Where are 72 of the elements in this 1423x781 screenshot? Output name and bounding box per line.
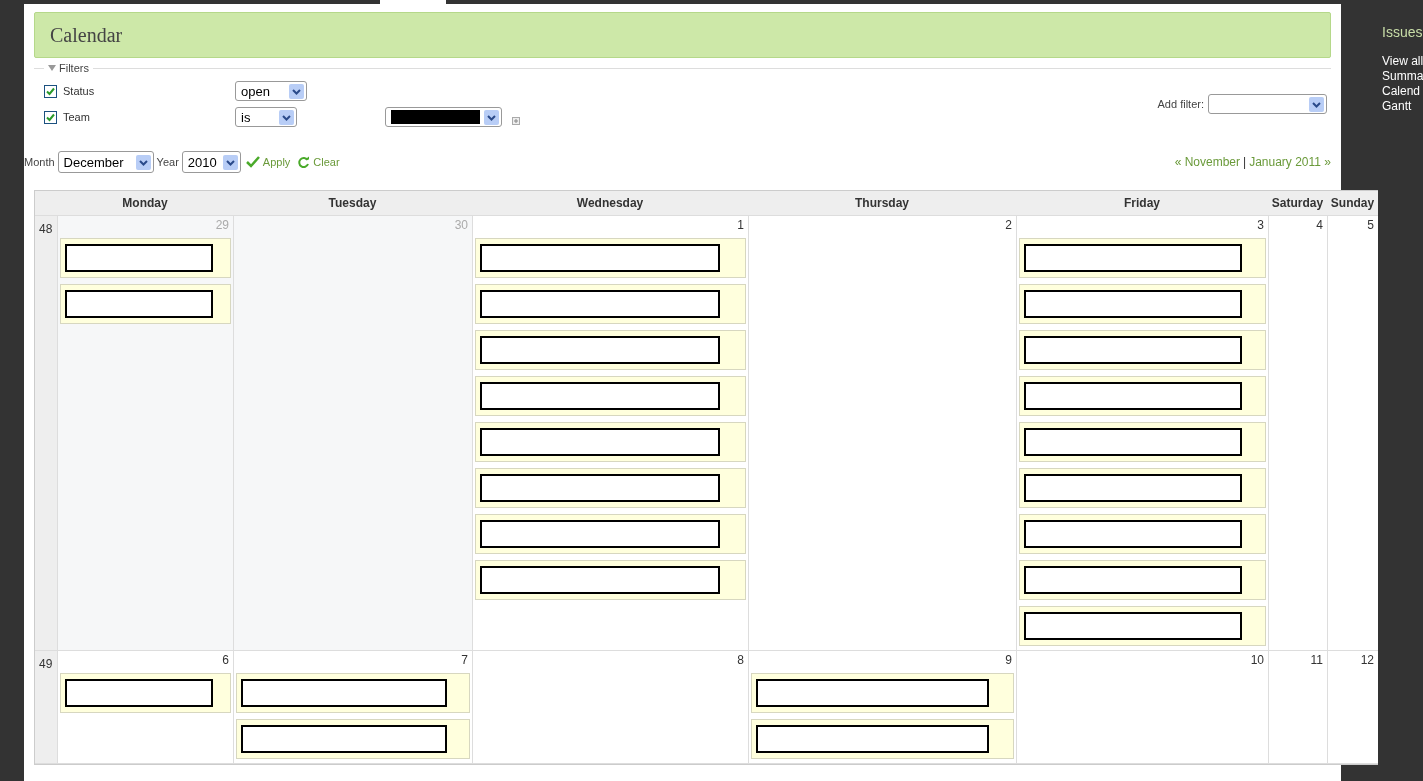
weekday-header: Wednesday	[472, 191, 748, 216]
header-corner	[35, 191, 57, 216]
day-number: 2	[1005, 218, 1013, 232]
issue-card[interactable]	[60, 238, 231, 278]
weekday-header: Tuesday	[233, 191, 472, 216]
weekday-header: Thursday	[748, 191, 1016, 216]
issue-card[interactable]	[475, 560, 746, 600]
check-icon	[245, 156, 260, 168]
filter-label: Status	[63, 85, 96, 97]
month-select[interactable]: December	[57, 151, 154, 173]
issue-card[interactable]	[751, 673, 1014, 713]
issue-card[interactable]	[1019, 284, 1266, 324]
issue-card[interactable]	[60, 673, 231, 713]
day-number: 11	[1310, 653, 1324, 667]
day-number: 5	[1367, 218, 1375, 232]
issue-card[interactable]	[1019, 468, 1266, 508]
weekday-header: Sunday	[1327, 191, 1378, 216]
issue-card[interactable]	[475, 284, 746, 324]
sidebar-link[interactable]: Summa	[1382, 69, 1423, 84]
reload-icon	[297, 155, 311, 169]
day-number: 4	[1316, 218, 1324, 232]
day-number: 10	[1250, 653, 1265, 667]
filters-toggle[interactable]: Filters	[44, 62, 93, 74]
weekday-header: Monday	[57, 191, 233, 216]
day-number: 30	[454, 218, 469, 232]
issue-card[interactable]	[1019, 560, 1266, 600]
issue-card[interactable]	[60, 284, 231, 324]
issue-card[interactable]	[475, 514, 746, 554]
weekday-header: Saturday	[1268, 191, 1327, 216]
day-number: 8	[737, 653, 745, 667]
sidebar-link[interactable]: View all	[1382, 54, 1423, 69]
sidebar-link[interactable]: Calend	[1382, 84, 1423, 99]
issue-card[interactable]	[475, 468, 746, 508]
page-title: Calendar	[34, 12, 1331, 58]
issue-card[interactable]	[475, 330, 746, 370]
issue-card[interactable]	[475, 376, 746, 416]
sidebar-title: Issues	[1382, 24, 1423, 40]
previous-month-link[interactable]: « November	[1174, 155, 1241, 169]
day-number: 9	[1005, 653, 1013, 667]
day-number: 3	[1257, 218, 1265, 232]
value-select[interactable]	[385, 107, 502, 127]
day-number: 12	[1360, 653, 1375, 667]
year-select[interactable]: 2010	[181, 151, 241, 173]
add-filter-select[interactable]	[1208, 94, 1327, 114]
issue-card[interactable]	[475, 238, 746, 278]
filter-label: Team	[63, 111, 91, 123]
weekday-header: Friday	[1016, 191, 1268, 216]
separator: |	[1243, 155, 1247, 169]
day-number: 6	[222, 653, 230, 667]
issue-card[interactable]	[1019, 514, 1266, 554]
operator-select[interactable]: is	[235, 107, 297, 127]
issue-card[interactable]	[1019, 422, 1266, 462]
add-filter-label: Add filter:	[1157, 98, 1204, 110]
issue-card[interactable]	[1019, 330, 1266, 370]
day-number: 1	[737, 218, 745, 232]
issue-card[interactable]	[475, 422, 746, 462]
issue-card[interactable]	[236, 719, 470, 759]
year-label: Year	[156, 156, 179, 168]
issue-card[interactable]	[1019, 376, 1266, 416]
operator-select[interactable]: open	[235, 81, 307, 101]
next-month-link[interactable]: January 2011 »	[1249, 155, 1331, 169]
issue-card[interactable]	[236, 673, 470, 713]
day-number: 7	[461, 653, 469, 667]
issue-card[interactable]	[1019, 606, 1266, 646]
issue-card[interactable]	[1019, 238, 1266, 278]
triangle-icon	[48, 65, 56, 71]
week-number: 48	[35, 216, 57, 651]
week-number: 49	[35, 651, 57, 764]
sidebar-link[interactable]: Gantt	[1382, 99, 1423, 114]
month-label: Month	[24, 156, 55, 168]
issue-card[interactable]	[751, 719, 1014, 759]
day-number: 29	[215, 218, 230, 232]
